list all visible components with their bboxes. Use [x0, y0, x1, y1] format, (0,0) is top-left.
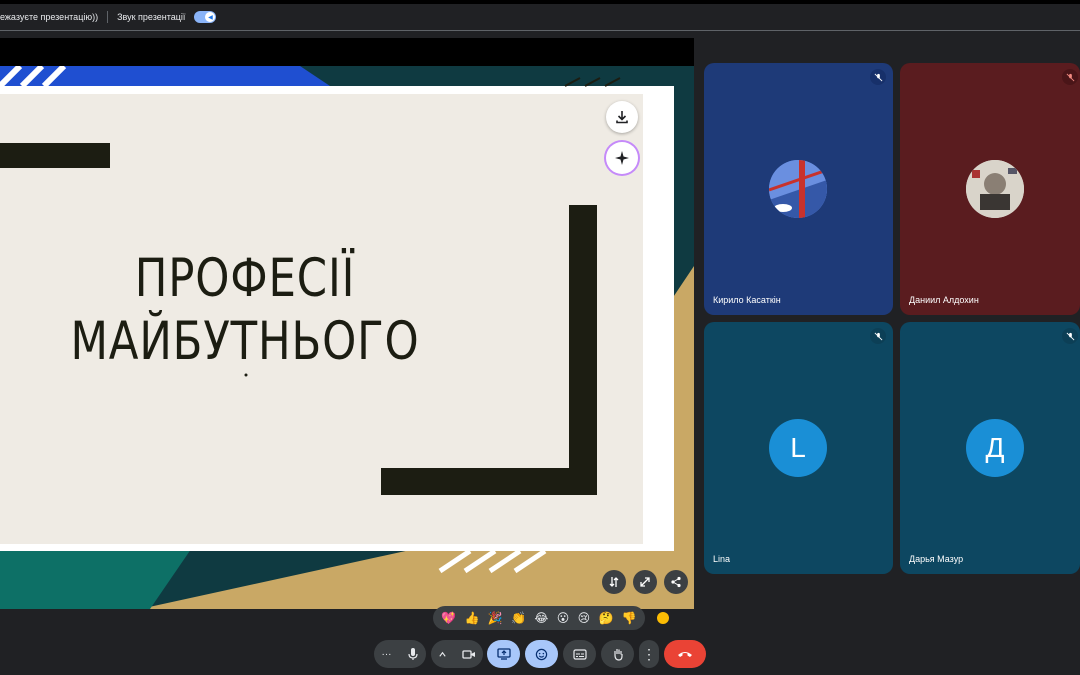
emoji-icon: [535, 648, 548, 660]
mic-off-icon: [870, 328, 886, 344]
participant-name: Кирило Касаткін: [713, 295, 781, 305]
reaction-party[interactable]: 🎉: [488, 612, 503, 624]
ai-assist-button[interactable]: [606, 142, 638, 174]
download-icon: [616, 111, 628, 124]
more-options-icon[interactable]: ···: [382, 649, 392, 660]
mic-control-group: ···: [374, 640, 426, 668]
camera-control-group: [431, 640, 483, 668]
share-button[interactable]: [664, 570, 688, 594]
present-button[interactable]: [487, 640, 520, 668]
presentation-audio-label: Звук презентації: [117, 12, 186, 22]
slide-title-line2: МАЙБУТНЬОГО: [70, 311, 420, 372]
swap-icon: [609, 577, 619, 587]
emoji-button[interactable]: [525, 640, 558, 668]
skin-tone-button[interactable]: [657, 612, 669, 624]
speaker-icon: ◀: [205, 12, 216, 22]
share-icon: [671, 576, 681, 588]
reaction-sad[interactable]: 😢: [578, 612, 591, 624]
fullscreen-button[interactable]: [633, 570, 657, 594]
participant-name: Даниил Алдохин: [909, 295, 979, 305]
raise-hand-icon: [613, 649, 623, 661]
presentation-stage: ПРОФЕСІЇ МАЙБУТНЬОГО: [0, 38, 694, 609]
mic-off-icon: [1062, 328, 1078, 344]
fullscreen-icon: [640, 577, 650, 587]
presentation-slide: ПРОФЕСІЇ МАЙБУТНЬОГО: [0, 66, 694, 609]
chevron-up-icon[interactable]: [438, 650, 447, 659]
participant-tile[interactable]: Д Дарья Мазур: [900, 322, 1080, 574]
raise-hand-button[interactable]: [601, 640, 634, 668]
reaction-thumbs-down[interactable]: 👎: [622, 612, 637, 624]
end-call-icon: [678, 652, 692, 657]
participant-tile[interactable]: Кирило Касаткін: [704, 63, 893, 315]
avatar: Д: [966, 419, 1024, 477]
slide-title-line1: ПРОФЕСІЇ: [134, 248, 356, 309]
mic-off-icon: [870, 69, 886, 85]
reaction-clap[interactable]: 👏: [511, 612, 526, 624]
reaction-laugh[interactable]: 😂: [534, 612, 548, 624]
reaction-heart[interactable]: 💖: [441, 612, 456, 624]
presenting-bar: ежазуєте презентацію)) Звук презентації …: [0, 4, 1080, 31]
sparkle-icon: [615, 151, 629, 165]
mic-off-icon: [1062, 69, 1078, 85]
avatar: [769, 160, 827, 218]
camera-icon[interactable]: [462, 649, 476, 660]
reaction-thumbs-up[interactable]: 👍: [464, 612, 479, 624]
swap-button[interactable]: [602, 570, 626, 594]
reactions-bar: 💖 👍 🎉 👏 😂 😮 😢 🤔 👎: [433, 606, 645, 630]
participant-name: Дарья Мазур: [909, 554, 964, 564]
avatar: [966, 160, 1024, 218]
divider: [107, 11, 109, 23]
present-icon: [496, 648, 511, 660]
more-vert-icon: ⋮: [642, 646, 656, 662]
presenting-text: ежазуєте презентацію)): [0, 12, 99, 22]
participant-tile[interactable]: L Lina: [704, 322, 893, 574]
end-call-button[interactable]: [664, 640, 706, 668]
avatar: L: [769, 419, 827, 477]
participant-name: Lina: [713, 554, 731, 564]
reaction-thinking[interactable]: 🤔: [598, 612, 613, 624]
more-options-button[interactable]: ⋮: [639, 640, 659, 668]
captions-button[interactable]: [563, 640, 596, 668]
download-button[interactable]: [606, 101, 638, 133]
presentation-audio-toggle[interactable]: ◀: [194, 11, 217, 23]
captions-icon: [572, 648, 587, 660]
participant-tile[interactable]: Даниил Алдохин: [900, 63, 1080, 315]
reaction-surprised[interactable]: 😮: [557, 612, 570, 624]
microphone-icon[interactable]: [407, 647, 419, 661]
